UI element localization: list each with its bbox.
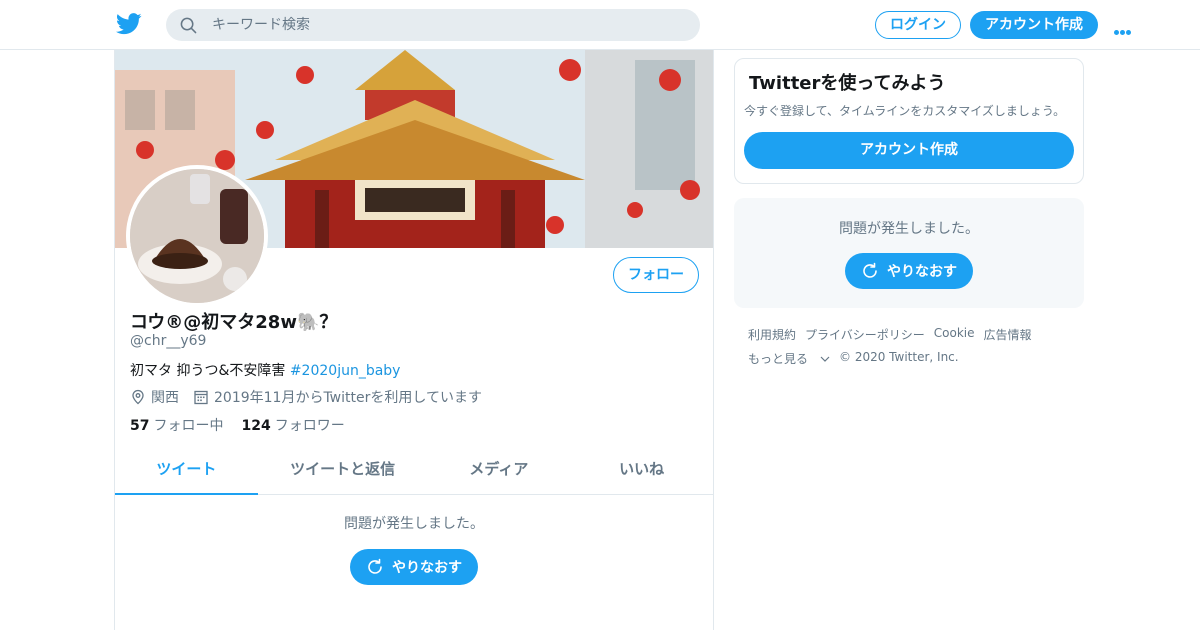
search-bar[interactable] xyxy=(166,9,700,41)
followers-stat[interactable]: 124 フォロワー xyxy=(241,415,344,435)
footer-copyright: © 2020 Twitter, Inc. xyxy=(839,350,959,364)
following-count: 57 xyxy=(130,418,150,434)
followers-label: フォロワー xyxy=(274,418,345,434)
profile-joined-date: 2019年11月からTwitterを利用しています xyxy=(214,390,482,406)
footer-link-cookie[interactable]: Cookie xyxy=(934,326,975,343)
tab-media[interactable]: メディア xyxy=(427,448,570,494)
twitter-bird-logo-icon[interactable] xyxy=(116,12,142,36)
timeline-retry-label: やりなおす xyxy=(392,560,462,576)
signup-card-title: Twitterを使ってみよう xyxy=(749,73,946,94)
refresh-icon xyxy=(368,558,382,574)
bio-hashtag-link[interactable]: #2020jun_baby xyxy=(290,363,401,379)
calendar-icon xyxy=(194,390,208,405)
signup-card-button[interactable]: アカウント作成 xyxy=(744,132,1074,169)
location-pin-icon xyxy=(132,389,144,405)
footer-link-ads[interactable]: 広告情報 xyxy=(984,326,1032,343)
follow-button[interactable]: フォロー xyxy=(613,257,699,293)
profile-column: フォロー コウ®@初マタ28w🐘？ @chr__y69 初マタ 抑うつ&不安障害… xyxy=(114,50,714,630)
sidebar-retry-button[interactable]: やりなおす xyxy=(845,253,973,289)
profile-display-name: コウ®@初マタ28w🐘？ xyxy=(130,312,338,333)
followers-count: 124 xyxy=(241,418,271,434)
profile-avatar[interactable] xyxy=(126,165,268,307)
sidebar-error-card: 問題が発生しました。 やりなおす xyxy=(734,198,1084,308)
tab-tweets-and-replies[interactable]: ツイートと返信 xyxy=(258,448,428,494)
bio-text: 初マタ 抑うつ&不安障害 xyxy=(130,363,290,379)
following-label: フォロー中 xyxy=(153,418,224,434)
footer-link-terms[interactable]: 利用規約 xyxy=(748,326,796,343)
search-input[interactable] xyxy=(212,9,682,41)
signup-card: Twitterを使ってみよう 今すぐ登録して、タイムラインをカスタマイズしましょ… xyxy=(734,58,1084,184)
tab-likes[interactable]: いいね xyxy=(570,448,713,494)
search-icon xyxy=(180,17,197,34)
sidebar-retry-label: やりなおす xyxy=(887,264,957,280)
more-options-icon[interactable] xyxy=(1114,20,1138,35)
tab-tweets[interactable]: ツイート xyxy=(115,448,258,495)
profile-location: 関西 xyxy=(151,390,179,406)
refresh-icon xyxy=(863,262,877,278)
top-navigation-bar: ログイン アカウント作成 xyxy=(0,0,1200,50)
profile-stats: 57 フォロー中 124 フォロワー xyxy=(130,415,363,435)
following-stat[interactable]: 57 フォロー中 xyxy=(130,415,223,435)
profile-meta: 関西 2019年11月からTwitterを利用しています xyxy=(130,387,482,407)
footer-more-button[interactable]: もっと見る xyxy=(748,350,830,367)
avatar-photo-cake xyxy=(130,169,264,303)
sidebar-error-message: 問題が発生しました。 xyxy=(839,221,979,237)
profile-bio: 初マタ 抑うつ&不安障害 #2020jun_baby xyxy=(130,360,400,380)
login-button[interactable]: ログイン xyxy=(875,11,961,39)
signup-card-subtitle: 今すぐ登録して、タイムラインをカスタマイズしましょう。 xyxy=(744,104,1066,118)
footer: 利用規約 プライバシーポリシー Cookie 広告情報 もっと見る © 2020… xyxy=(748,326,1078,374)
timeline-retry-button[interactable]: やりなおす xyxy=(350,549,478,585)
profile-handle[interactable]: @chr__y69 xyxy=(130,333,206,349)
signup-button[interactable]: アカウント作成 xyxy=(970,11,1098,39)
timeline-error-message: 問題が発生しました。 xyxy=(344,516,484,532)
chevron-down-icon xyxy=(820,356,830,362)
footer-link-privacy[interactable]: プライバシーポリシー xyxy=(805,326,925,343)
profile-tabs: ツイート ツイートと返信 メディア いいね xyxy=(115,448,713,495)
footer-more-label: もっと見る xyxy=(748,352,809,366)
